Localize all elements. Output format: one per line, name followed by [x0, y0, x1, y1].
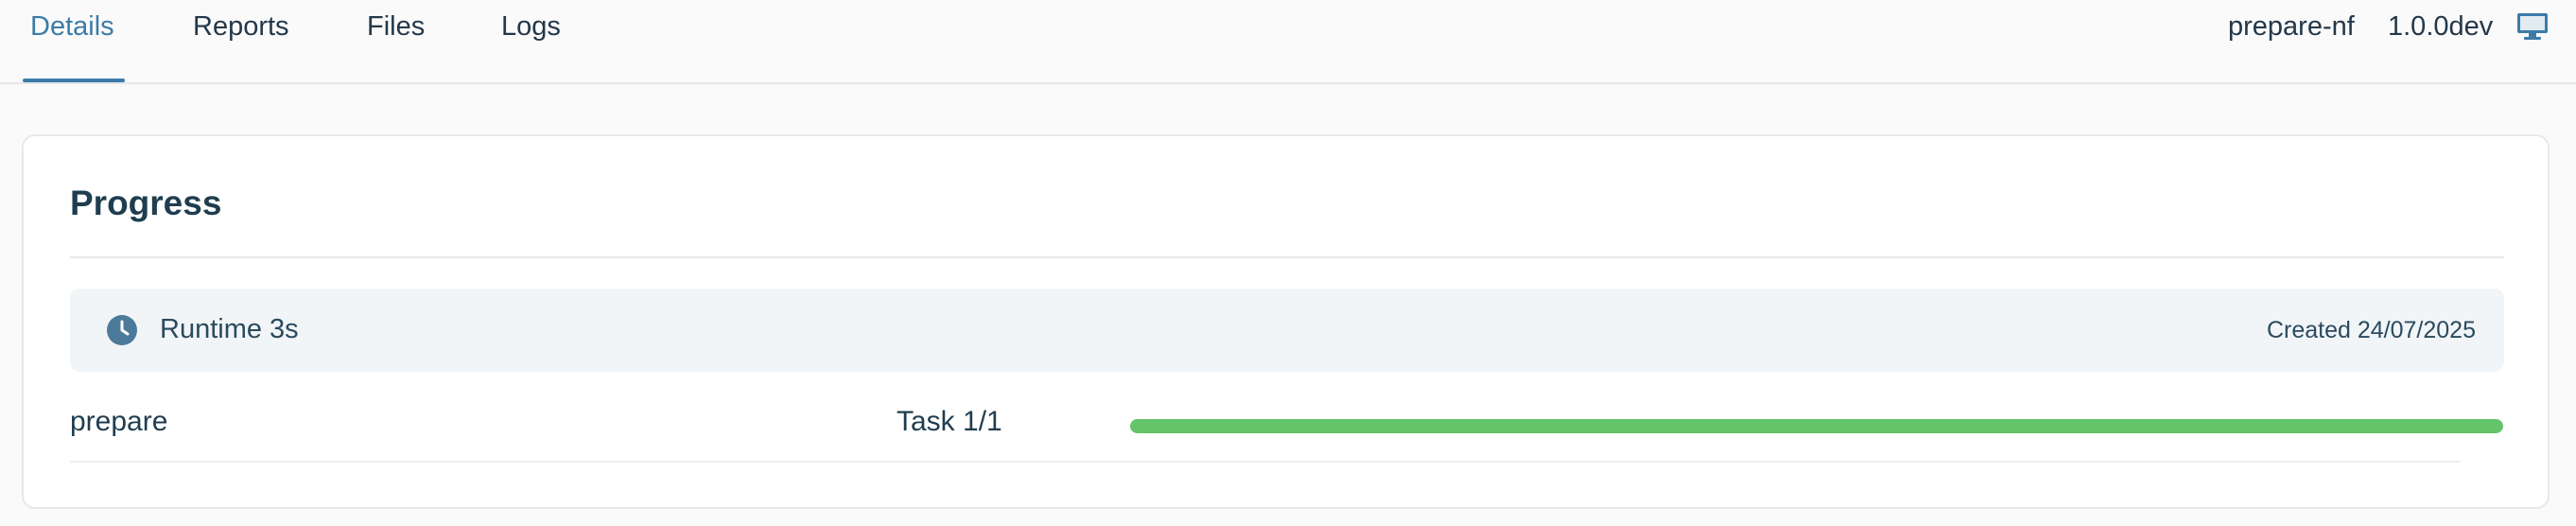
runtime-info-strip: Runtime 3s Created 24/07/2025: [70, 289, 2504, 372]
clock-icon: [106, 314, 138, 346]
task-count: Task 1/1: [896, 406, 1002, 437]
tab-bar: Details Reports Files Logs prepare-nf 1.…: [0, 0, 2576, 84]
task-name: prepare: [70, 406, 168, 437]
runtime-label: Runtime 3s: [160, 314, 299, 344]
tab-reports[interactable]: Reports: [193, 0, 289, 84]
pipeline-version: 1.0.0dev: [2388, 11, 2494, 42]
created-date: Created 24/07/2025: [2266, 317, 2476, 343]
pipeline-name: prepare-nf: [2228, 11, 2355, 42]
card-title: Progress: [70, 184, 222, 222]
card-divider: [70, 256, 2504, 258]
task-progress-fill: [1130, 419, 2503, 433]
task-progress-bar: [1130, 419, 2503, 433]
task-row: prepare Task 1/1: [70, 385, 2503, 463]
tab-files[interactable]: Files: [367, 0, 425, 84]
progress-card: Progress Runtime 3s Created 24/07/2025 p…: [22, 134, 2550, 509]
tab-details[interactable]: Details: [30, 0, 114, 84]
monitor-icon[interactable]: [2515, 11, 2550, 42]
tab-logs[interactable]: Logs: [501, 0, 561, 84]
active-tab-indicator: [23, 79, 125, 82]
